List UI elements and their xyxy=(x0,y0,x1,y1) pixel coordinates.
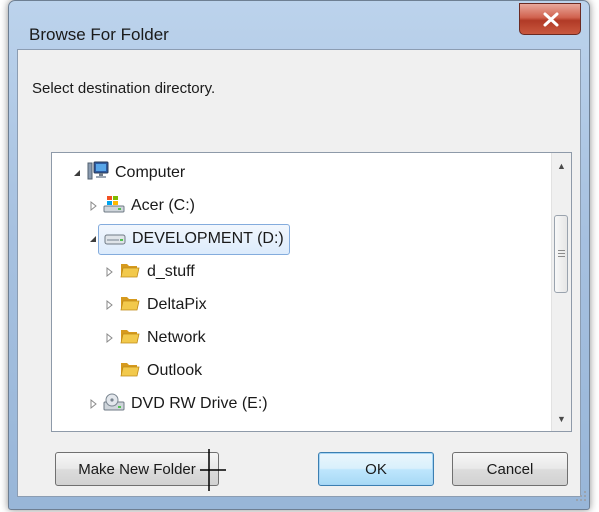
tree-item-deltapix[interactable]: DeltaPix xyxy=(102,289,207,321)
collapsed-arrow-icon[interactable] xyxy=(86,397,100,411)
folder-icon xyxy=(119,260,141,285)
scrollbar-thumb[interactable] xyxy=(554,215,568,293)
tree-item-dvd-drive[interactable]: DVD RW Drive (E:) xyxy=(86,388,268,420)
collapsed-arrow-icon[interactable] xyxy=(102,331,116,345)
tree-item-label: DVD RW Drive (E:) xyxy=(131,395,268,412)
instruction-text: Select destination directory. xyxy=(32,80,216,97)
window-title: Browse For Folder xyxy=(29,25,169,44)
cancel-button[interactable]: Cancel xyxy=(452,452,568,486)
folder-icon xyxy=(119,293,141,318)
computer-icon xyxy=(87,161,109,186)
collapsed-arrow-icon[interactable] xyxy=(102,265,116,279)
scroll-down-arrow-icon[interactable]: ▼ xyxy=(552,410,571,427)
vertical-scrollbar[interactable]: ▲ ▼ xyxy=(551,153,571,431)
ok-button[interactable]: OK xyxy=(318,452,434,486)
selection-highlight[interactable]: DEVELOPMENT (D:) xyxy=(98,223,290,255)
expanded-arrow-icon[interactable] xyxy=(86,232,100,246)
collapsed-arrow-icon[interactable] xyxy=(102,298,116,312)
tree-item-development-drive[interactable]: DEVELOPMENT (D:) xyxy=(86,223,290,255)
close-button[interactable] xyxy=(519,3,581,35)
tree-item-label: DeltaPix xyxy=(147,296,207,313)
expanded-arrow-icon[interactable] xyxy=(70,166,84,180)
tree-item-acer-drive[interactable]: Acer (C:) xyxy=(86,190,195,222)
resize-grip-icon[interactable] xyxy=(575,490,587,502)
scroll-up-arrow-icon[interactable]: ▲ xyxy=(552,157,571,174)
folder-icon xyxy=(119,326,141,351)
windows-drive-icon xyxy=(103,194,125,219)
hard-drive-icon xyxy=(104,227,126,252)
tree-item-label: Outlook xyxy=(147,362,203,379)
make-new-folder-button[interactable]: Make New Folder xyxy=(55,452,219,486)
collapsed-arrow-icon[interactable] xyxy=(86,199,100,213)
tree-item-label: Computer xyxy=(115,164,186,181)
tree-item-d-stuff[interactable]: d_stuff xyxy=(102,256,195,288)
tree-item-label: DEVELOPMENT (D:) xyxy=(132,230,284,247)
folder-tree[interactable]: Computer Acer (C:) DEVELOPMENT (D:) d_st… xyxy=(51,152,572,432)
tree-item-label: d_stuff xyxy=(147,263,195,280)
tree-item-network[interactable]: Network xyxy=(102,322,206,354)
close-icon xyxy=(543,12,559,27)
dvd-drive-icon xyxy=(103,392,125,417)
folder-icon xyxy=(119,359,141,384)
tree-item-outlook[interactable]: Outlook xyxy=(102,355,202,387)
tree-item-computer[interactable]: Computer xyxy=(70,157,185,189)
tree-item-label: Network xyxy=(147,329,206,346)
tree-item-label: Acer (C:) xyxy=(131,197,195,214)
